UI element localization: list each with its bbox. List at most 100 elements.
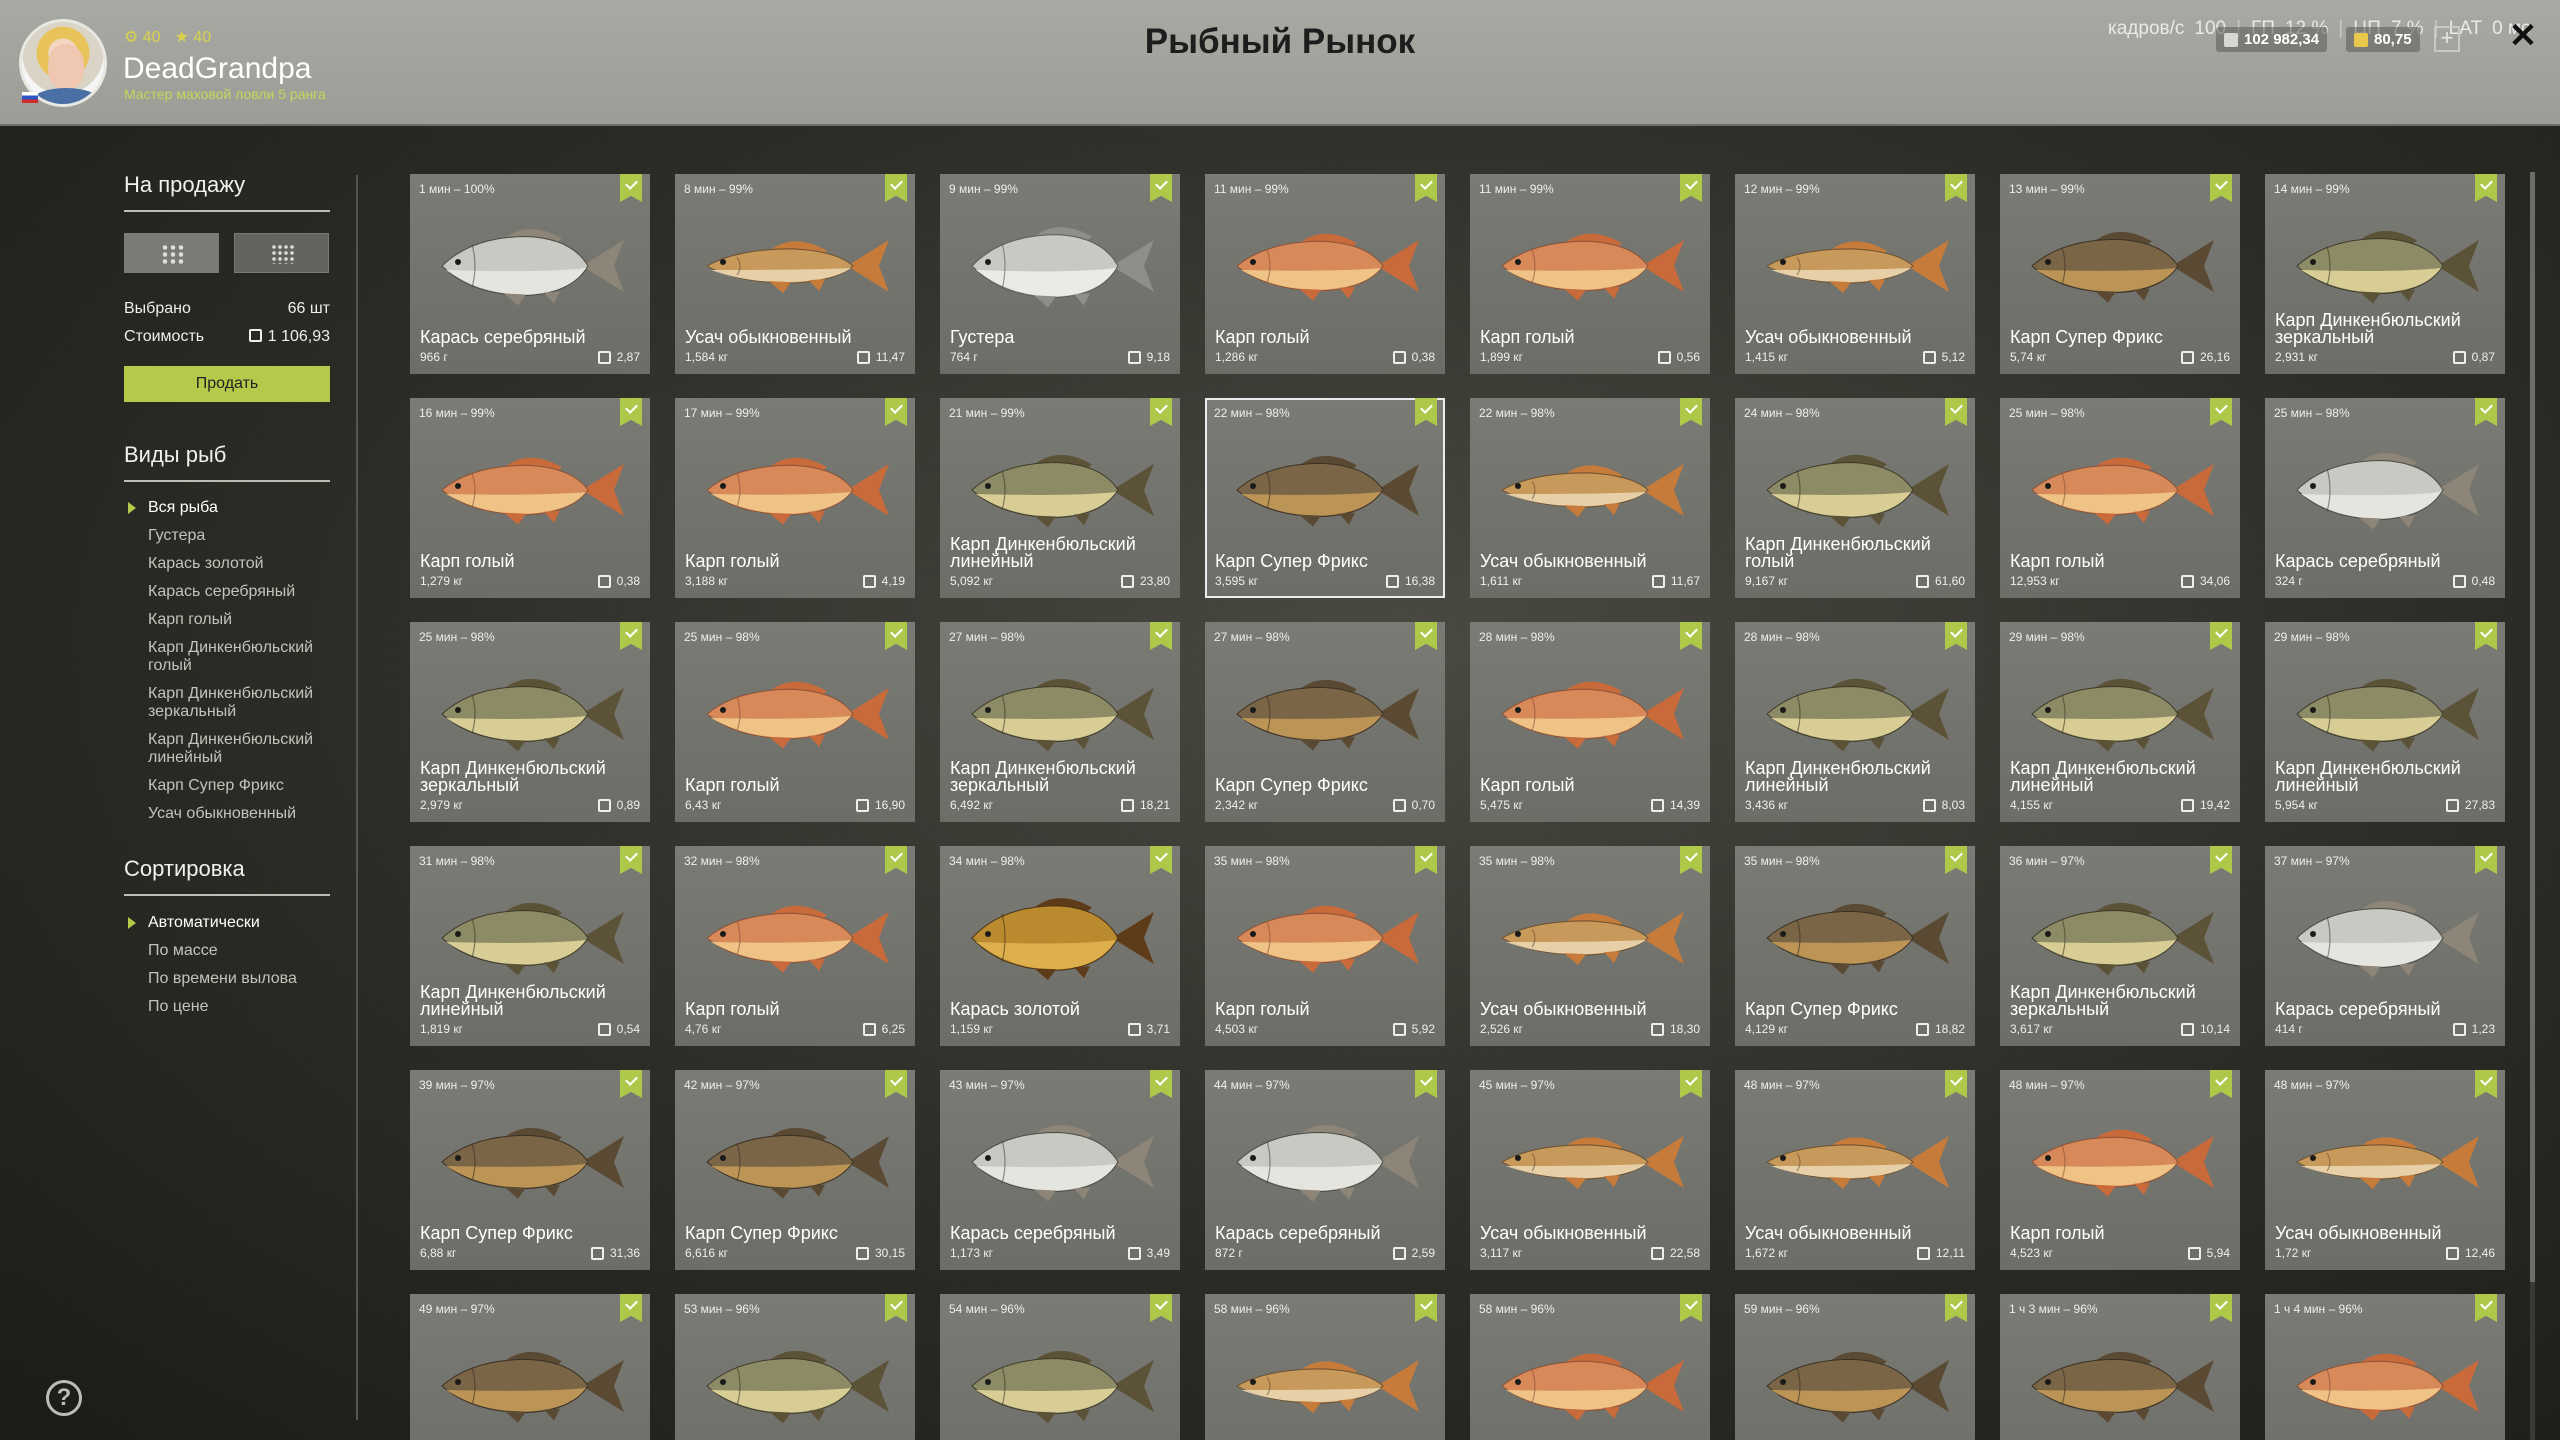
bookmark-check-icon[interactable] (2210, 174, 2232, 202)
fish-card[interactable]: 25 мин – 98% Карп Динкенбюльский зеркаль… (410, 622, 650, 822)
fish-card[interactable]: 25 мин – 98% Карп голый 6,43 кг 16,90 (675, 622, 915, 822)
fish-card[interactable]: 45 мин – 97% Усач обыкновенный 3,117 кг … (1470, 1070, 1710, 1270)
fish-card[interactable]: 25 мин – 98% Карп голый 12,953 кг 34,06 (2000, 398, 2240, 598)
fish-card[interactable]: 59 мин – 96% (1735, 1294, 1975, 1440)
sort-option-item[interactable]: По цене (148, 998, 348, 1016)
fish-card[interactable]: 14 мин – 99% Карп Динкенбюльский зеркаль… (2265, 174, 2505, 374)
add-currency-button[interactable]: + (2434, 26, 2460, 52)
species-filter-item[interactable]: Карп Динкенбюльский линейный (148, 731, 348, 767)
bookmark-check-icon[interactable] (1415, 174, 1437, 202)
bookmark-check-icon[interactable] (620, 1294, 642, 1322)
scrollbar-thumb[interactable] (2530, 172, 2535, 1282)
bookmark-check-icon[interactable] (1945, 846, 1967, 874)
bookmark-check-icon[interactable] (1150, 1070, 1172, 1098)
fish-card[interactable]: 49 мин – 97% (410, 1294, 650, 1440)
bookmark-check-icon[interactable] (2210, 846, 2232, 874)
fish-card[interactable]: 29 мин – 98% Карп Динкенбюльский линейны… (2265, 622, 2505, 822)
fish-card[interactable]: 11 мин – 99% Карп голый 1,899 кг 0,56 (1470, 174, 1710, 374)
fish-card[interactable]: 25 мин – 98% Карась серебряный 324 г 0,4… (2265, 398, 2505, 598)
bookmark-check-icon[interactable] (885, 622, 907, 650)
bookmark-check-icon[interactable] (620, 846, 642, 874)
fish-card[interactable]: 43 мин – 97% Карась серебряный 1,173 кг … (940, 1070, 1180, 1270)
bookmark-check-icon[interactable] (1415, 622, 1437, 650)
fish-card[interactable]: 16 мин – 99% Карп голый 1,279 кг 0,38 (410, 398, 650, 598)
fish-card[interactable]: 32 мин – 98% Карп голый 4,76 кг 6,25 (675, 846, 915, 1046)
species-filter-item[interactable]: Усач обыкновенный (148, 805, 348, 823)
bookmark-check-icon[interactable] (1150, 398, 1172, 426)
bookmark-check-icon[interactable] (1945, 398, 1967, 426)
bookmark-check-icon[interactable] (2210, 622, 2232, 650)
bookmark-check-icon[interactable] (1945, 1294, 1967, 1322)
bookmark-check-icon[interactable] (2475, 1070, 2497, 1098)
fish-card[interactable]: 27 мин – 98% Карп Супер Фрикс 2,342 кг 0… (1205, 622, 1445, 822)
fish-card[interactable]: 34 мин – 98% Карась золотой 1,159 кг 3,7… (940, 846, 1180, 1046)
bookmark-check-icon[interactable] (1680, 1070, 1702, 1098)
bookmark-check-icon[interactable] (1680, 174, 1702, 202)
bookmark-check-icon[interactable] (1150, 622, 1172, 650)
fish-card[interactable]: 1 ч 4 мин – 96% (2265, 1294, 2505, 1440)
fish-card[interactable]: 48 мин – 97% Усач обыкновенный 1,672 кг … (1735, 1070, 1975, 1270)
bookmark-check-icon[interactable] (2475, 846, 2497, 874)
bookmark-check-icon[interactable] (2475, 1294, 2497, 1322)
close-button[interactable]: ✕ (2508, 19, 2538, 53)
small-grid-view-button[interactable] (234, 233, 329, 273)
fish-card[interactable]: 28 мин – 98% Карп Динкенбюльский линейны… (1735, 622, 1975, 822)
bookmark-check-icon[interactable] (1680, 1294, 1702, 1322)
species-filter-item[interactable]: Густера (148, 527, 348, 545)
species-filter-item[interactable]: Карась серебряный (148, 583, 348, 601)
bookmark-check-icon[interactable] (1150, 174, 1172, 202)
bookmark-check-icon[interactable] (1945, 1070, 1967, 1098)
bookmark-check-icon[interactable] (1415, 846, 1437, 874)
fish-card[interactable]: 36 мин – 97% Карп Динкенбюльский зеркаль… (2000, 846, 2240, 1046)
fish-card[interactable]: 21 мин – 99% Карп Динкенбюльский линейны… (940, 398, 1180, 598)
fish-card[interactable]: 39 мин – 97% Карп Супер Фрикс 6,88 кг 31… (410, 1070, 650, 1270)
bookmark-check-icon[interactable] (2210, 398, 2232, 426)
bookmark-check-icon[interactable] (1415, 1070, 1437, 1098)
bookmark-check-icon[interactable] (1415, 1294, 1437, 1322)
bookmark-check-icon[interactable] (1415, 398, 1437, 426)
fish-card[interactable]: 35 мин – 98% Карп голый 4,503 кг 5,92 (1205, 846, 1445, 1046)
sell-button[interactable]: Продать (124, 366, 330, 402)
species-filter-item[interactable]: Карп Супер Фрикс (148, 777, 348, 795)
bookmark-check-icon[interactable] (885, 174, 907, 202)
fish-card[interactable]: 17 мин – 99% Карп голый 3,188 кг 4,19 (675, 398, 915, 598)
species-filter-item[interactable]: Вся рыба (128, 499, 348, 517)
bookmark-check-icon[interactable] (620, 622, 642, 650)
species-filter-item[interactable]: Карась золотой (148, 555, 348, 573)
bookmark-check-icon[interactable] (2210, 1070, 2232, 1098)
fish-card[interactable]: 35 мин – 98% Карп Супер Фрикс 4,129 кг 1… (1735, 846, 1975, 1046)
fish-card[interactable]: 42 мин – 97% Карп Супер Фрикс 6,616 кг 3… (675, 1070, 915, 1270)
bookmark-check-icon[interactable] (1680, 622, 1702, 650)
scrollbar[interactable] (2530, 172, 2535, 1440)
bookmark-check-icon[interactable] (885, 846, 907, 874)
fish-card[interactable]: 27 мин – 98% Карп Динкенбюльский зеркаль… (940, 622, 1180, 822)
fish-card[interactable]: 31 мин – 98% Карп Динкенбюльский линейны… (410, 846, 650, 1046)
species-filter-item[interactable]: Карп Динкенбюльский зеркальный (148, 685, 348, 721)
bookmark-check-icon[interactable] (885, 398, 907, 426)
sort-option-item[interactable]: Автоматически (128, 914, 348, 932)
sort-option-item[interactable]: По времени вылова (148, 970, 348, 988)
fish-card[interactable]: 37 мин – 97% Карась серебряный 414 г 1,2… (2265, 846, 2505, 1046)
fish-card[interactable]: 12 мин – 99% Усач обыкновенный 1,415 кг … (1735, 174, 1975, 374)
bookmark-check-icon[interactable] (885, 1070, 907, 1098)
fish-card[interactable]: 1 ч 3 мин – 96% (2000, 1294, 2240, 1440)
bookmark-check-icon[interactable] (2210, 1294, 2232, 1322)
fish-card[interactable]: 58 мин – 96% (1470, 1294, 1710, 1440)
bookmark-check-icon[interactable] (620, 174, 642, 202)
fish-card[interactable]: 48 мин – 97% Карп голый 4,523 кг 5,94 (2000, 1070, 2240, 1270)
fish-card[interactable]: 35 мин – 98% Усач обыкновенный 2,526 кг … (1470, 846, 1710, 1046)
bookmark-check-icon[interactable] (2475, 622, 2497, 650)
bookmark-check-icon[interactable] (1680, 846, 1702, 874)
fish-card[interactable]: 9 мин – 99% Густера 764 г 9,18 (940, 174, 1180, 374)
fish-card[interactable]: 22 мин – 98% Усач обыкновенный 1,611 кг … (1470, 398, 1710, 598)
bookmark-check-icon[interactable] (2475, 174, 2497, 202)
bookmark-check-icon[interactable] (2475, 398, 2497, 426)
fish-card[interactable]: 28 мин – 98% Карп голый 5,475 кг 14,39 (1470, 622, 1710, 822)
fish-card[interactable]: 11 мин – 99% Карп голый 1,286 кг 0,38 (1205, 174, 1445, 374)
bookmark-check-icon[interactable] (885, 1294, 907, 1322)
bookmark-check-icon[interactable] (620, 1070, 642, 1098)
fish-card[interactable]: 29 мин – 98% Карп Динкенбюльский линейны… (2000, 622, 2240, 822)
fish-card[interactable]: 8 мин – 99% Усач обыкновенный 1,584 кг 1… (675, 174, 915, 374)
bookmark-check-icon[interactable] (1150, 846, 1172, 874)
bookmark-check-icon[interactable] (1945, 622, 1967, 650)
